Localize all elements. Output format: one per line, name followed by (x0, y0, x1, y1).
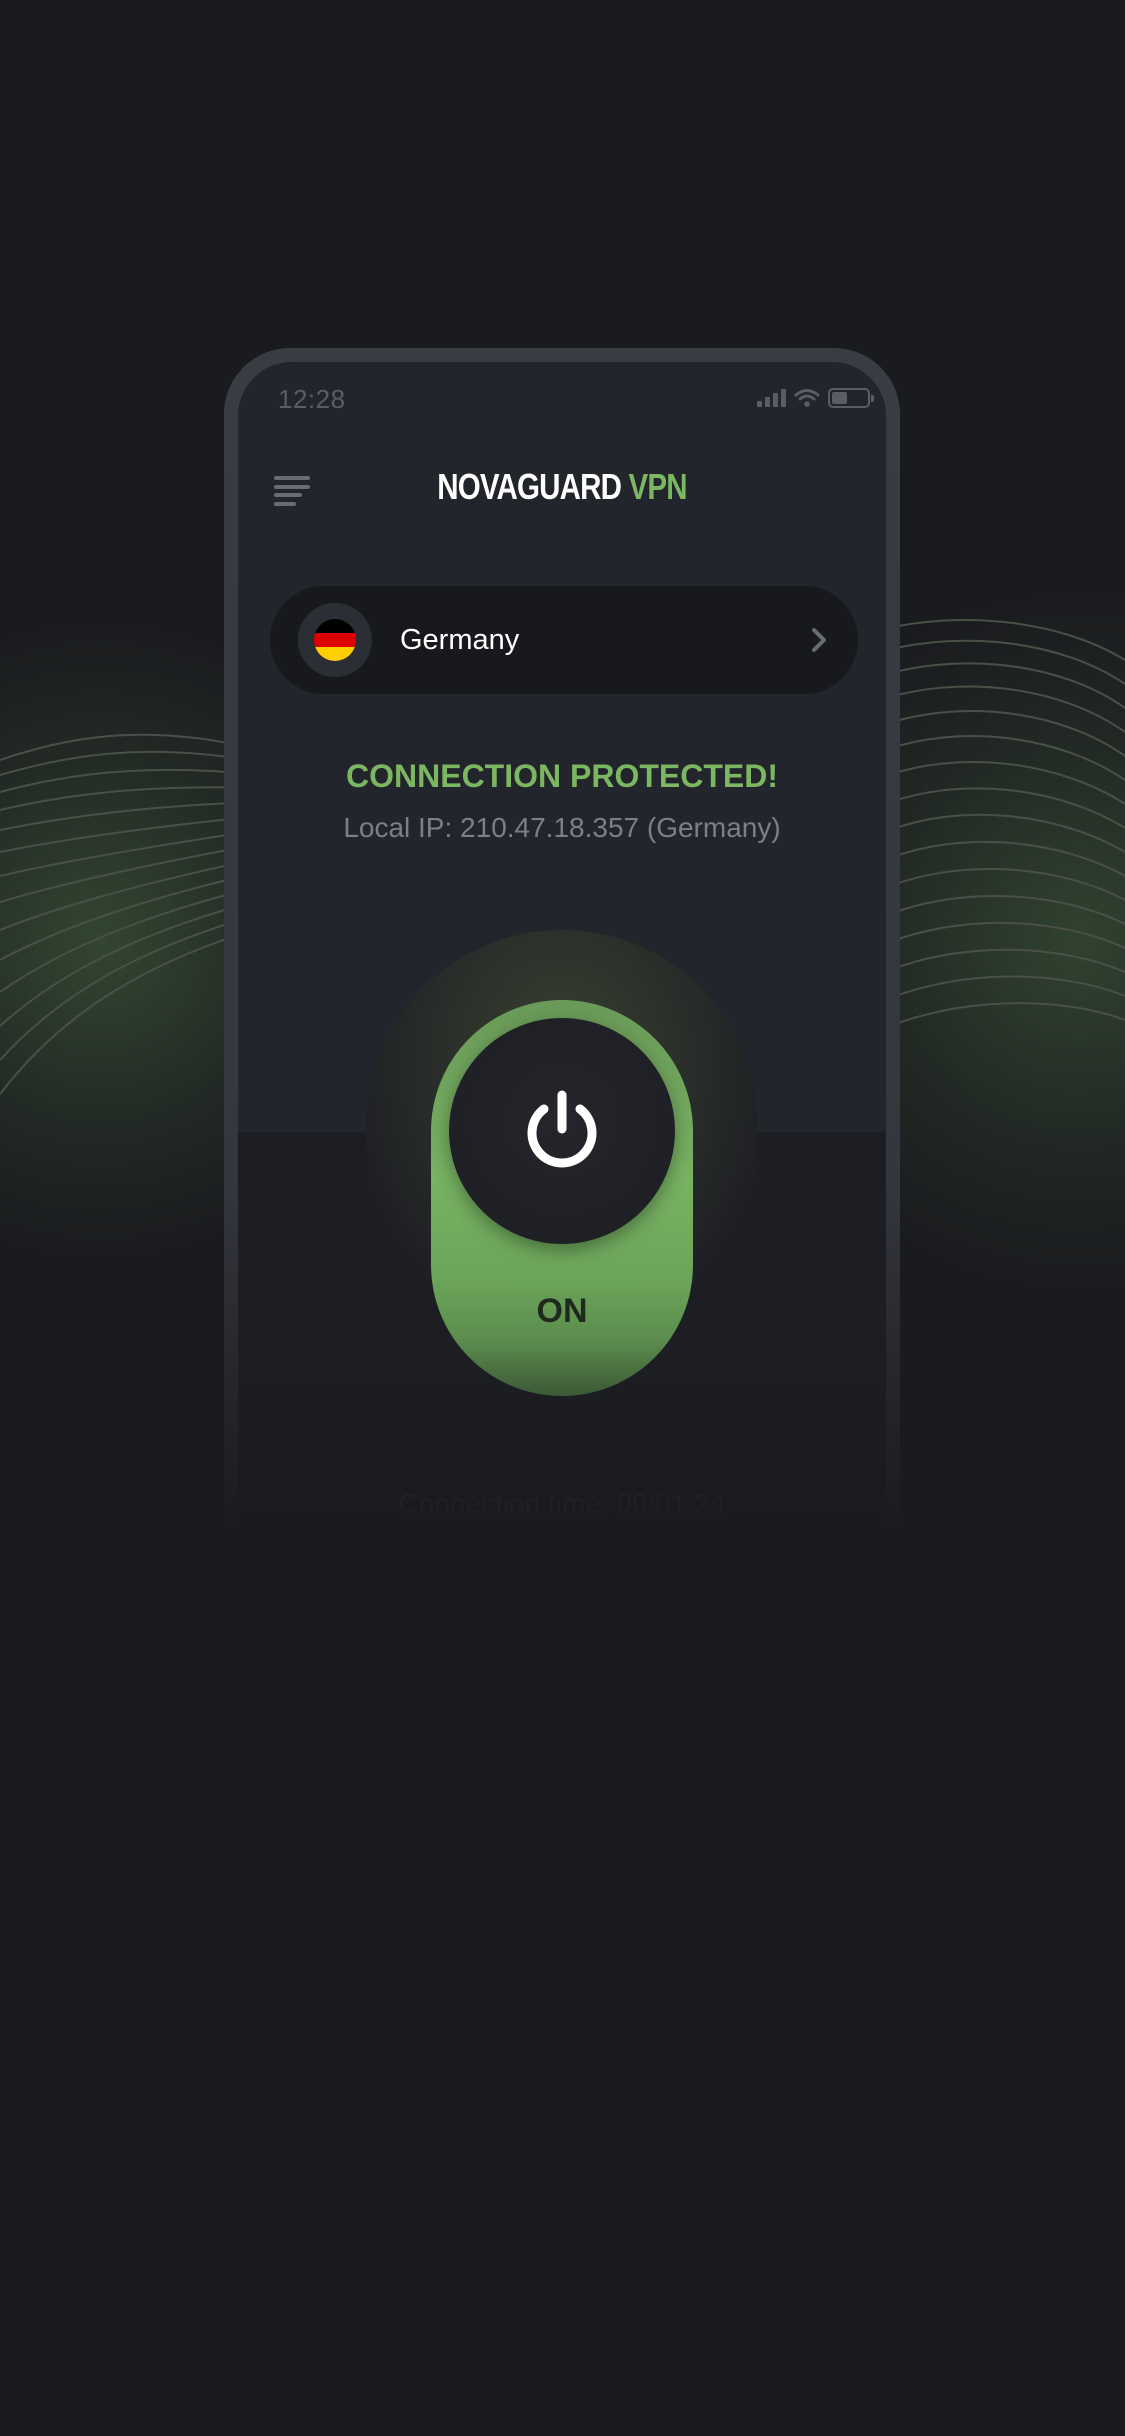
decorative-waves-left (0, 733, 260, 1095)
chevron-right-icon (812, 628, 826, 652)
phone-frame: 12:28 NOVAGUARD VPN Germany CONNECTION P… (224, 348, 900, 1528)
status-bar-time: 12:28 (278, 384, 346, 414)
battery-icon (828, 388, 874, 408)
app-canvas: 12:28 NOVAGUARD VPN Germany CONNECTION P… (0, 0, 1125, 2436)
power-toggle[interactable]: ON (431, 1000, 693, 1396)
flag-container (298, 603, 372, 677)
decorative-waves-right (880, 619, 1125, 1031)
connection-time: Connection time: 00:01:24 (398, 1488, 726, 1519)
connection-status: CONNECTION PROTECTED! (346, 758, 778, 794)
app-title-main: NOVAGUARD (437, 466, 622, 507)
germany-flag-icon (314, 619, 356, 661)
country-selector[interactable]: Germany (270, 586, 858, 694)
local-ip: Local IP: 210.47.18.357 (Germany) (343, 812, 781, 843)
power-toggle-label: ON (536, 1292, 588, 1330)
cellular-signal-icon (757, 389, 786, 407)
phone-screen: 12:28 NOVAGUARD VPN Germany CONNECTION P… (238, 362, 886, 1528)
status-bar-icons (757, 388, 874, 408)
wifi-icon (794, 389, 820, 407)
country-name: Germany (400, 623, 520, 656)
app-title: NOVAGUARD VPN (296, 466, 827, 508)
app-title-accent: VPN (628, 466, 688, 507)
power-icon (527, 1090, 597, 1168)
power-knob[interactable] (449, 1018, 675, 1244)
